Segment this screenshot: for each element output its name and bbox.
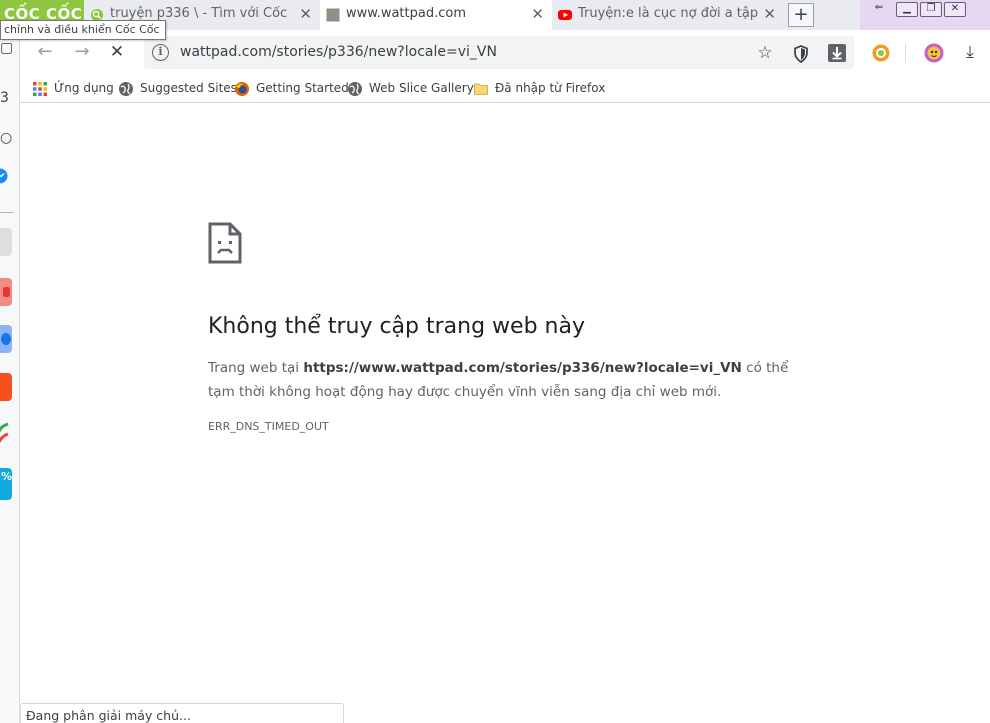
error-code: ERR_DNS_TIMED_OUT: [208, 420, 329, 433]
tab-title: Truyện:e là cục nợ đời a tập2: [578, 6, 758, 21]
url-text[interactable]: wattpad.com/stories/p336/new?locale=vi_V…: [180, 44, 497, 60]
bookmark-label: Suggested Sites: [140, 81, 237, 95]
error-page: Không thể truy cập trang web này Trang w…: [20, 104, 990, 723]
new-tab-button[interactable]: +: [788, 3, 814, 27]
tab-wattpad[interactable]: www.wattpad.com ✕: [320, 0, 552, 30]
apps-grid-icon: [33, 82, 47, 96]
globe-icon: [119, 82, 133, 96]
bookmark-apps[interactable]: Ứng dụng: [32, 80, 114, 98]
bookmark-label: Đã nhập từ Firefox: [495, 81, 606, 95]
back-button[interactable]: ←: [32, 40, 58, 64]
tab-title: www.wattpad.com: [346, 6, 466, 21]
page-favicon: [326, 8, 340, 22]
close-icon[interactable]: ✕: [299, 5, 312, 23]
youtube-favicon: [558, 10, 572, 20]
status-bubble: Đang phân giải máy chủ...: [20, 703, 344, 723]
sidebar-item-messenger[interactable]: [0, 325, 12, 353]
restore-button[interactable]: ❐: [920, 2, 942, 17]
sidebar-item-icon[interactable]: ○: [0, 130, 12, 146]
error-title: Không thể truy cập trang web này: [208, 314, 585, 339]
error-desc-prefix: Trang web tại: [208, 360, 304, 376]
info-icon[interactable]: i: [152, 44, 169, 61]
coccoc-extension-icon[interactable]: [871, 43, 891, 63]
firefox-icon: [235, 82, 249, 96]
globe-icon: [348, 82, 362, 96]
sidebar-divider: [0, 212, 14, 213]
stop-button[interactable]: ✕: [104, 40, 130, 64]
folder-icon: [474, 83, 488, 95]
sidebar-item-youtube[interactable]: [0, 278, 12, 306]
sidebar-item-discount[interactable]: %: [0, 468, 12, 500]
minimize-button[interactable]: ▁: [896, 2, 918, 17]
avatar[interactable]: [924, 43, 944, 63]
tooltip: chỉnh và điều khiển Cốc Cốc: [0, 20, 166, 40]
bookmark-getting-started[interactable]: Getting Started: [234, 80, 349, 98]
sad-page-icon: [208, 222, 242, 264]
bookmark-suggested-sites[interactable]: Suggested Sites: [118, 80, 237, 98]
close-icon[interactable]: ✕: [531, 5, 544, 23]
sidebar-item-shop[interactable]: [0, 373, 12, 401]
downloads-icon[interactable]: ⤓: [959, 41, 981, 63]
error-url: https://www.wattpad.com/stories/p336/new…: [303, 360, 742, 376]
bookmark-folder-firefox[interactable]: Đã nhập từ Firefox: [473, 80, 605, 98]
back-arrow-icon[interactable]: ⇐: [868, 2, 890, 17]
messenger-icon[interactable]: [0, 168, 8, 184]
shield-icon[interactable]: [790, 43, 812, 65]
star-icon[interactable]: ☆: [754, 42, 776, 64]
toolbar-divider: [905, 44, 906, 62]
bookmark-label: Web Slice Gallery: [369, 81, 474, 95]
bookmarks-bar: Ứng dụng Suggested Sites Getting Started…: [20, 75, 990, 103]
error-description: Trang web tại https://www.wattpad.com/st…: [208, 356, 808, 404]
sidebar-item-icon[interactable]: 3: [0, 90, 10, 106]
left-sidebar: ▢ 3 ○ %: [0, 30, 20, 723]
window-controls: ⇐ ▁ ❐ ✕: [860, 0, 990, 30]
bookmark-label: Getting Started: [256, 81, 349, 95]
address-bar[interactable]: i wattpad.com/stories/p336/new?locale=vi…: [144, 36, 854, 69]
sidebar-leaf-icon[interactable]: [0, 422, 10, 444]
forward-button[interactable]: →: [69, 40, 95, 64]
bookmark-label: Ứng dụng: [54, 81, 114, 95]
sidebar-item-icon[interactable]: ▢: [0, 40, 13, 56]
download-icon[interactable]: [826, 42, 848, 64]
tab-title: truyện p336 \ - Tìm với Cốc Cốc: [110, 6, 290, 21]
tab-youtube[interactable]: Truyện:e là cục nợ đời a tập2 ✕: [552, 0, 784, 30]
bookmark-web-slice-gallery[interactable]: Web Slice Gallery: [347, 80, 474, 98]
close-window-button[interactable]: ✕: [944, 2, 966, 17]
sidebar-item-add[interactable]: [0, 228, 12, 256]
close-icon[interactable]: ✕: [763, 5, 776, 23]
